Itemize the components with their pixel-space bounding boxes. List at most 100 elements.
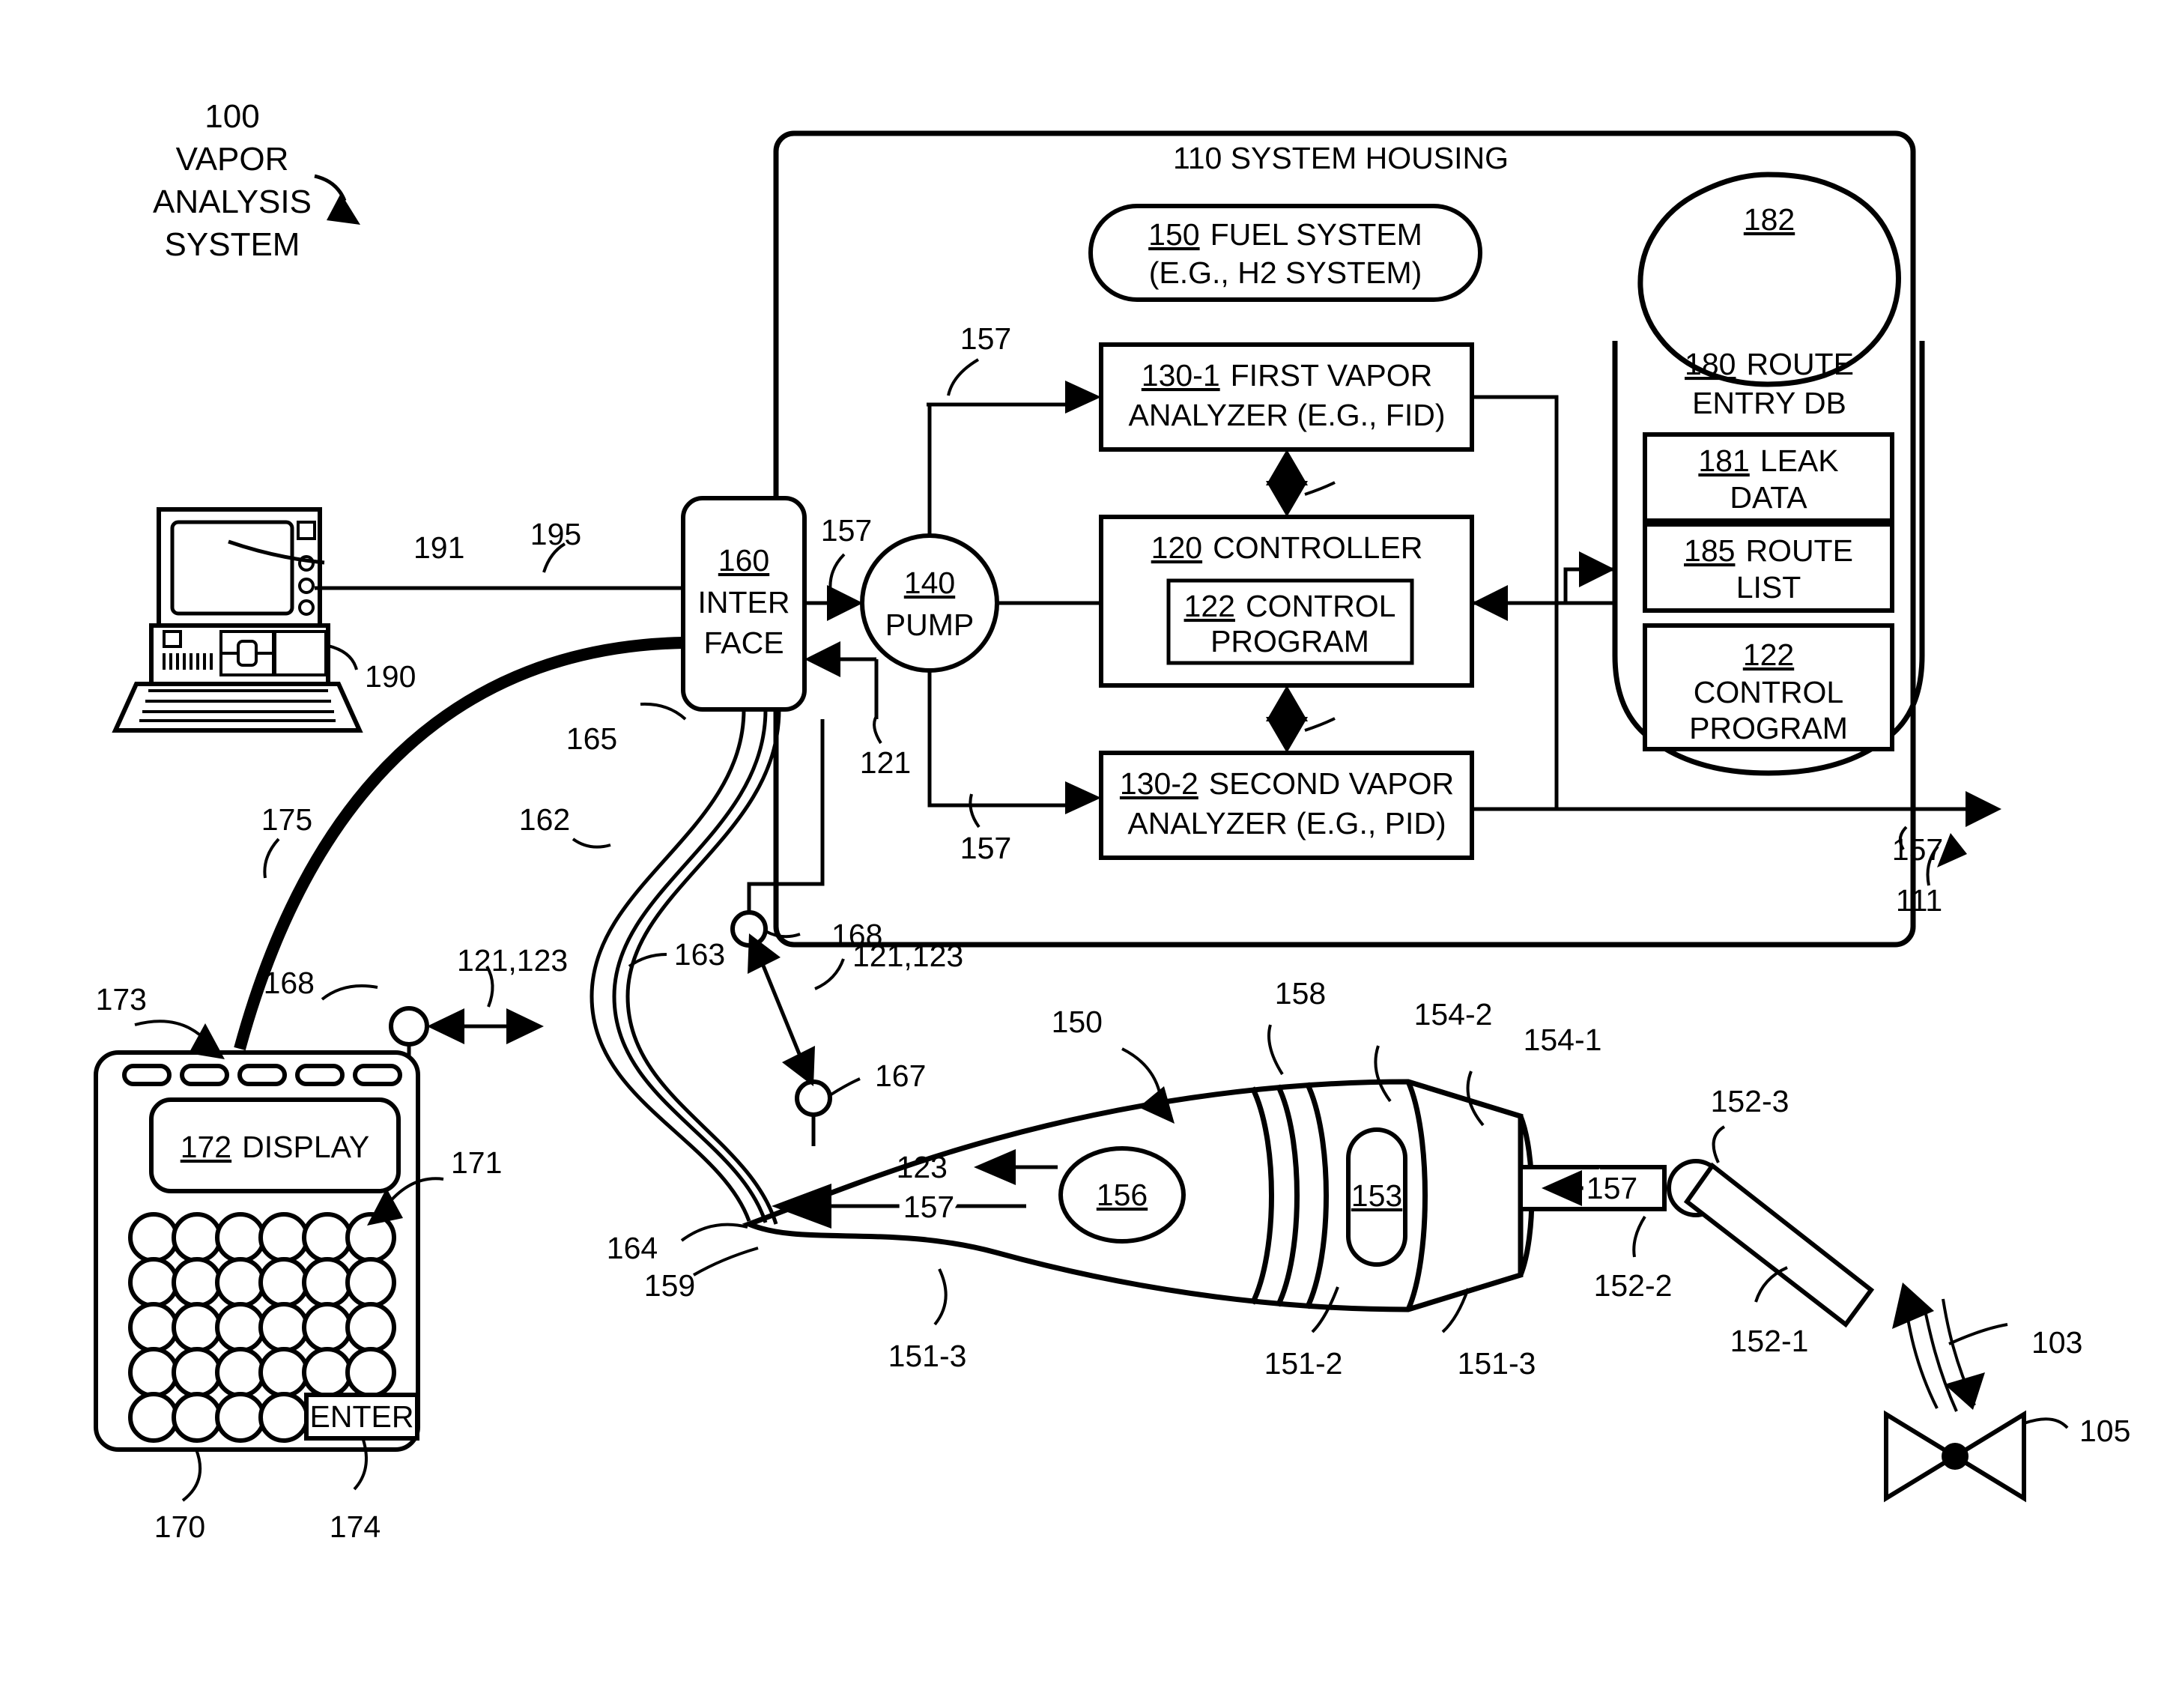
keypad-key[interactable] xyxy=(302,1347,353,1398)
leader-175 xyxy=(263,838,280,879)
plume-line-2 xyxy=(1922,1303,1958,1412)
leader-167 xyxy=(828,1077,861,1097)
leader-152-3 xyxy=(1712,1125,1726,1163)
arrow-interface-to-pump xyxy=(827,585,863,621)
ref-191: 191 xyxy=(413,530,464,565)
keypad-key[interactable] xyxy=(128,1212,179,1263)
db-title-line1: 180 ROUTE xyxy=(1685,347,1854,381)
keypad-key[interactable] xyxy=(215,1347,266,1398)
ref-111: 111 xyxy=(1896,883,1942,918)
figure-title-line-0: 100 xyxy=(204,98,259,135)
ref-162: 162 xyxy=(519,802,570,837)
keypad-pill-4[interactable] xyxy=(353,1064,402,1086)
keypad-key[interactable] xyxy=(215,1257,266,1308)
ref-158: 158 xyxy=(1275,976,1326,1011)
ref-154-2: 154-2 xyxy=(1414,997,1493,1032)
keypad-key[interactable] xyxy=(258,1347,309,1398)
keypad-key[interactable] xyxy=(345,1257,396,1308)
keypad-key[interactable] xyxy=(258,1212,309,1263)
keypad-pill-2[interactable] xyxy=(237,1064,287,1086)
keypad-key[interactable] xyxy=(258,1302,309,1353)
ref-173: 173 xyxy=(96,982,147,1017)
ref-157-a: 157 xyxy=(960,321,1011,356)
arrow-121-123-a-right xyxy=(506,1008,544,1044)
keypad-key[interactable] xyxy=(128,1257,179,1308)
leader-154-1 xyxy=(1466,1070,1485,1127)
line-pump-to-first-analyzer xyxy=(927,402,1073,536)
keypad-key[interactable] xyxy=(172,1347,222,1398)
probe-wand: 153 156 157 123 157 150 158 154-2 154-1 … xyxy=(742,976,1875,1381)
arrow-return-to-interface xyxy=(804,641,840,677)
pump-block: 140 PUMP xyxy=(860,533,999,673)
ref-152-2: 152-2 xyxy=(1594,1268,1673,1303)
leader-105 xyxy=(2023,1417,2069,1429)
keypad-key[interactable] xyxy=(345,1302,396,1353)
ref-159: 159 xyxy=(644,1268,695,1303)
fuel-system-block: 150 FUEL SYSTEM (E.G., H2 SYSTEM) xyxy=(1088,204,1482,302)
db-title-line2: ENTRY DB xyxy=(1692,386,1846,420)
ref-167: 167 xyxy=(875,1059,926,1093)
db-item-2-line2: PROGRAM xyxy=(1689,711,1848,745)
keypad-key[interactable] xyxy=(302,1302,353,1353)
keypad-key[interactable] xyxy=(172,1212,222,1263)
pump-outline xyxy=(860,533,999,673)
leader-190 xyxy=(327,644,358,670)
arrow-into-second-analyzer xyxy=(1065,781,1101,814)
leader-154-2 xyxy=(1374,1045,1392,1103)
arrow-121-123-a-left xyxy=(427,1008,464,1044)
arrow-132-up xyxy=(1266,449,1308,485)
leader-103-a xyxy=(1948,1323,2008,1345)
keypad-key[interactable] xyxy=(302,1257,353,1308)
interface-line1: INTER xyxy=(698,585,790,620)
controller-block: 120 CONTROLLER 122 CONTROL PROGRAM xyxy=(1099,515,1474,688)
keypad-key[interactable] xyxy=(172,1257,222,1308)
route-entry-db: 182 180 ROUTE ENTRY DB 181 LEAK DATA 185 RO… xyxy=(1612,172,1925,776)
ref-195: 195 xyxy=(530,517,581,551)
keypad-key[interactable] xyxy=(215,1302,266,1353)
ref-157-f: 157 xyxy=(903,1190,954,1224)
node-167 xyxy=(795,1079,832,1117)
ref-170: 170 xyxy=(154,1509,205,1544)
keypad-key[interactable] xyxy=(172,1302,222,1353)
keypad-key[interactable] xyxy=(345,1347,396,1398)
keypad-key[interactable] xyxy=(172,1392,222,1443)
figure-title: 100 VAPOR ANALYSIS SYSTEM xyxy=(153,98,360,263)
leak-source: 103 105 xyxy=(1884,1282,2130,1503)
probe-window-ref: 153 xyxy=(1351,1178,1402,1213)
keypad-key[interactable] xyxy=(128,1347,179,1398)
db-item-2-line1: CONTROL xyxy=(1694,675,1843,709)
keypad-key[interactable] xyxy=(302,1212,353,1263)
keypad-key[interactable] xyxy=(128,1392,179,1443)
db-item-0-line1: 181 LEAK xyxy=(1698,443,1838,478)
ref-163: 163 xyxy=(674,937,725,972)
keypad-device: 172 DISPLAY ENTER 173 171 170 174 168 12… xyxy=(94,943,568,1544)
keypad-key[interactable] xyxy=(258,1392,309,1443)
keypad-key[interactable] xyxy=(215,1392,266,1443)
arrow-132b-up xyxy=(1266,685,1308,721)
keypad-pill-1[interactable] xyxy=(180,1064,229,1086)
keypad-key[interactable] xyxy=(215,1212,266,1263)
tubing-bundle: 165 162 163 164 159 xyxy=(519,702,781,1303)
ref-103: 103 xyxy=(2031,1325,2082,1360)
title-arrowhead xyxy=(327,193,360,225)
leader-162 xyxy=(572,838,611,849)
ref-175: 175 xyxy=(261,802,312,837)
flow-123-arrow xyxy=(974,1149,1016,1185)
control-program-title: 122 CONTROL xyxy=(1184,589,1396,623)
ref-154-1: 154-1 xyxy=(1524,1023,1602,1057)
pump-label: PUMP xyxy=(885,608,974,642)
extra-refs: 157 xyxy=(747,831,1011,912)
keypad-key[interactable] xyxy=(258,1257,309,1308)
ref-151-2: 151-2 xyxy=(1264,1346,1343,1381)
node-168-keypad xyxy=(389,1006,429,1047)
valve-center-node xyxy=(1942,1443,1969,1470)
tube-162 xyxy=(590,709,751,1222)
keypad-pill-0[interactable] xyxy=(122,1064,172,1086)
ref-164: 164 xyxy=(607,1231,658,1265)
keypad-pill-3[interactable] xyxy=(295,1064,345,1086)
keypad-key[interactable] xyxy=(128,1302,179,1353)
ref-171: 171 xyxy=(451,1145,502,1180)
ref-121-123-b: 121,123 xyxy=(852,939,963,973)
db-item-1-line2: LIST xyxy=(1736,570,1801,605)
db-item-0-line2: DATA xyxy=(1730,480,1807,515)
